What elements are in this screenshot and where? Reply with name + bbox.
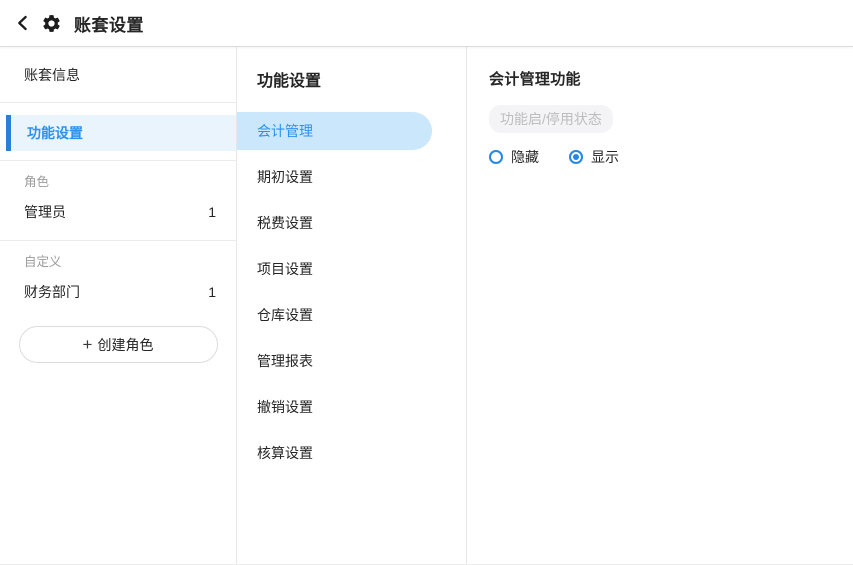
function-item-label: 税费设置 xyxy=(257,215,313,231)
back-icon[interactable] xyxy=(14,14,32,32)
detail-panel: 会计管理功能 功能启/停用状态 隐藏 显示 xyxy=(467,47,853,564)
sidebar: 账套信息 功能设置 角色 管理员 1 自定义 财务部门 1 + 创建角色 xyxy=(0,47,237,564)
function-item-label: 撤销设置 xyxy=(257,399,313,415)
radio-checked-icon[interactable] xyxy=(569,150,583,164)
function-item-project[interactable]: 项目设置 xyxy=(237,246,466,292)
sidebar-selected-wrap: 功能设置 xyxy=(0,103,236,161)
main-area: 账套信息 功能设置 角色 管理员 1 自定义 财务部门 1 + 创建角色 功能设… xyxy=(0,47,853,564)
radio-unchecked-icon[interactable] xyxy=(489,150,503,164)
status-badge: 功能启/停用状态 xyxy=(489,105,613,133)
function-item-label: 项目设置 xyxy=(257,261,313,277)
function-panel-title: 功能设置 xyxy=(257,73,322,90)
header-bar: 账套设置 xyxy=(0,0,853,47)
role-count: 1 xyxy=(208,204,216,220)
plus-icon: + xyxy=(82,335,93,354)
radio-option-hide[interactable]: 隐藏 xyxy=(489,147,539,167)
function-list: 会计管理 期初设置 税费设置 项目设置 仓库设置 管理报表 撤销设置 核算设置 xyxy=(237,112,466,476)
radio-label: 显示 xyxy=(591,149,619,165)
role-row-admin[interactable]: 管理员 1 xyxy=(0,190,236,234)
function-item-label: 仓库设置 xyxy=(257,307,313,323)
sidebar-section-roles: 角色 管理员 1 xyxy=(0,161,236,241)
sidebar-section-custom: 自定义 财务部门 1 xyxy=(0,241,236,320)
role-count: 1 xyxy=(208,284,216,300)
radio-option-show[interactable]: 显示 xyxy=(569,147,619,167)
radio-label: 隐藏 xyxy=(511,149,539,165)
visibility-radio-group: 隐藏 显示 xyxy=(489,147,831,167)
function-item-accounting[interactable]: 会计管理 xyxy=(237,112,432,150)
role-row-finance-dept[interactable]: 财务部门 1 xyxy=(0,270,236,314)
function-item-opening-balance[interactable]: 期初设置 xyxy=(237,154,466,200)
function-item-calculation[interactable]: 核算设置 xyxy=(237,430,466,476)
function-item-label: 管理报表 xyxy=(257,353,313,369)
role-name: 财务部门 xyxy=(24,284,80,300)
function-settings-panel: 功能设置 会计管理 期初设置 税费设置 项目设置 仓库设置 管理报表 撤销设置 … xyxy=(237,47,467,564)
function-item-label: 核算设置 xyxy=(257,445,313,461)
function-item-management-report[interactable]: 管理报表 xyxy=(237,338,466,384)
create-role-label: 创建角色 xyxy=(97,336,154,353)
function-item-label: 期初设置 xyxy=(257,169,313,185)
section-label-roles: 角色 xyxy=(24,175,50,189)
create-role-button[interactable]: + 创建角色 xyxy=(18,326,218,363)
app-window: 账套设置 账套信息 功能设置 角色 管理员 1 自定义 财务部门 1 + 创建角… xyxy=(0,0,853,565)
sidebar-item-account-info[interactable]: 账套信息 xyxy=(0,47,236,103)
function-item-revoke[interactable]: 撤销设置 xyxy=(237,384,466,430)
role-name: 管理员 xyxy=(24,204,66,220)
detail-panel-title: 会计管理功能 xyxy=(489,71,581,88)
function-item-label: 会计管理 xyxy=(257,123,313,139)
page-title: 账套设置 xyxy=(74,15,144,35)
sidebar-item-label: 账套信息 xyxy=(24,66,80,83)
function-item-tax[interactable]: 税费设置 xyxy=(237,200,466,246)
section-label-custom: 自定义 xyxy=(24,255,62,269)
function-item-warehouse[interactable]: 仓库设置 xyxy=(237,292,466,338)
gear-icon[interactable] xyxy=(41,13,62,34)
sidebar-item-label: 功能设置 xyxy=(27,125,83,141)
sidebar-item-function-settings[interactable]: 功能设置 xyxy=(6,115,236,151)
